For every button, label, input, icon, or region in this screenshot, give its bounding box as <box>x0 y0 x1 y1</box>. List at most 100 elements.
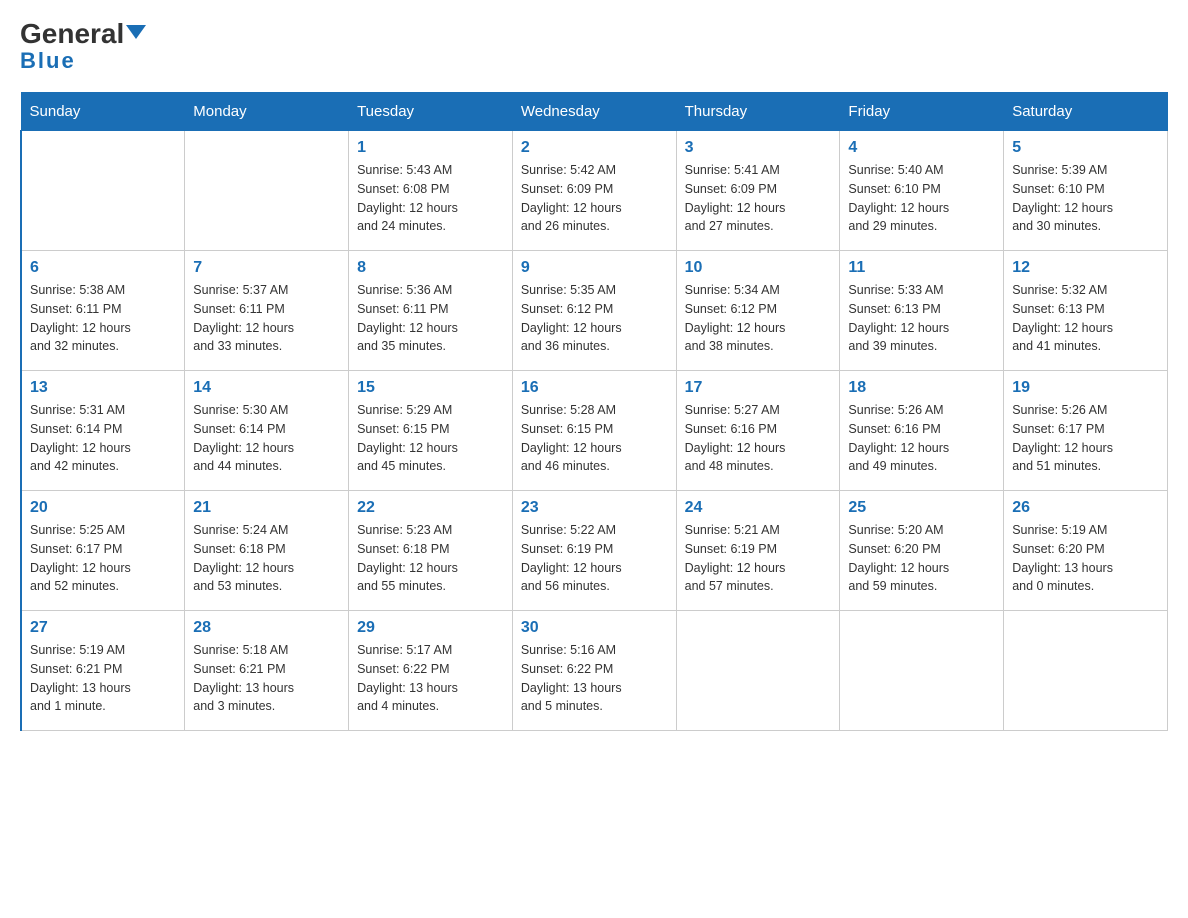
calendar-cell: 1 Sunrise: 5:43 AM Sunset: 6:08 PM Daylig… <box>349 131 513 251</box>
calendar-cell: 28Sunrise: 5:18 AM Sunset: 6:21 PM Dayli… <box>185 611 349 731</box>
calendar-cell: 3 Sunrise: 5:41 AM Sunset: 6:09 PM Daylig… <box>676 131 840 251</box>
day-info: Sunrise: 5:41 AM Sunset: 6:09 PM Dayligh… <box>685 161 832 236</box>
calendar-cell: 12 Sunrise: 5:32 AM Sunset: 6:13 PM Dayli… <box>1004 251 1168 371</box>
calendar-week-row: 6 Sunrise: 5:38 AM Sunset: 6:11 PM Daylig… <box>21 251 1168 371</box>
day-number: 27 <box>30 619 176 637</box>
calendar-cell: 16 Sunrise: 5:28 AM Sunset: 6:15 PM Dayli… <box>512 371 676 491</box>
calendar-cell: 17 Sunrise: 5:27 AM Sunset: 6:16 PM Dayli… <box>676 371 840 491</box>
calendar-cell: 18 Sunrise: 5:26 AM Sunset: 6:16 PM Dayli… <box>840 371 1004 491</box>
calendar-cell: 24 Sunrise: 5:21 AM Sunset: 6:19 PM Dayli… <box>676 491 840 611</box>
day-info: Sunrise: 5:29 AM Sunset: 6:15 PM Dayligh… <box>357 401 504 476</box>
calendar-cell <box>676 611 840 731</box>
calendar-cell: 23 Sunrise: 5:22 AM Sunset: 6:19 PM Dayli… <box>512 491 676 611</box>
calendar-cell: 21 Sunrise: 5:24 AM Sunset: 6:18 PM Dayli… <box>185 491 349 611</box>
day-number: 19 <box>1012 379 1159 397</box>
day-info: Sunrise: 5:22 AM Sunset: 6:19 PM Dayligh… <box>521 521 668 596</box>
weekday-header-thursday: Thursday <box>676 93 840 131</box>
calendar-cell: 26Sunrise: 5:19 AM Sunset: 6:20 PM Dayli… <box>1004 491 1168 611</box>
day-info: Sunrise: 5:28 AM Sunset: 6:15 PM Dayligh… <box>521 401 668 476</box>
calendar-week-row: 20 Sunrise: 5:25 AM Sunset: 6:17 PM Dayli… <box>21 491 1168 611</box>
logo-blue: Blue <box>20 48 76 74</box>
calendar-cell: 15 Sunrise: 5:29 AM Sunset: 6:15 PM Dayli… <box>349 371 513 491</box>
logo-triangle-icon <box>126 25 146 39</box>
calendar-cell: 27 Sunrise: 5:19 AM Sunset: 6:21 PM Dayli… <box>21 611 185 731</box>
day-number: 30 <box>521 619 668 637</box>
day-number: 8 <box>357 259 504 277</box>
day-info: Sunrise: 5:42 AM Sunset: 6:09 PM Dayligh… <box>521 161 668 236</box>
day-number: 9 <box>521 259 668 277</box>
weekday-header-friday: Friday <box>840 93 1004 131</box>
day-info: Sunrise: 5:31 AM Sunset: 6:14 PM Dayligh… <box>30 401 176 476</box>
day-info: Sunrise: 5:23 AM Sunset: 6:18 PM Dayligh… <box>357 521 504 596</box>
day-number: 17 <box>685 379 832 397</box>
day-info: Sunrise: 5:40 AM Sunset: 6:10 PM Dayligh… <box>848 161 995 236</box>
day-number: 4 <box>848 139 995 157</box>
day-number: 23 <box>521 499 668 517</box>
logo-general: General <box>20 20 146 48</box>
day-info: Sunrise: 5:35 AM Sunset: 6:12 PM Dayligh… <box>521 281 668 356</box>
day-info: Sunrise: 5:19 AM Sunset: 6:21 PM Dayligh… <box>30 641 176 716</box>
day-number: 6 <box>30 259 176 277</box>
calendar-cell: 13 Sunrise: 5:31 AM Sunset: 6:14 PM Dayli… <box>21 371 185 491</box>
calendar-cell <box>21 131 185 251</box>
day-number: 12 <box>1012 259 1159 277</box>
day-number: 3 <box>685 139 832 157</box>
day-info: Sunrise: 5:24 AM Sunset: 6:18 PM Dayligh… <box>193 521 340 596</box>
day-info: Sunrise: 5:39 AM Sunset: 6:10 PM Dayligh… <box>1012 161 1159 236</box>
day-info: Sunrise: 5:34 AM Sunset: 6:12 PM Dayligh… <box>685 281 832 356</box>
calendar-cell: 30Sunrise: 5:16 AM Sunset: 6:22 PM Dayli… <box>512 611 676 731</box>
calendar-week-row: 1 Sunrise: 5:43 AM Sunset: 6:08 PM Daylig… <box>21 131 1168 251</box>
day-info: Sunrise: 5:27 AM Sunset: 6:16 PM Dayligh… <box>685 401 832 476</box>
calendar-cell: 29 Sunrise: 5:17 AM Sunset: 6:22 PM Dayli… <box>349 611 513 731</box>
day-number: 29 <box>357 619 504 637</box>
day-info: Sunrise: 5:20 AM Sunset: 6:20 PM Dayligh… <box>848 521 995 596</box>
day-info: Sunrise: 5:38 AM Sunset: 6:11 PM Dayligh… <box>30 281 176 356</box>
calendar-cell: 8 Sunrise: 5:36 AM Sunset: 6:11 PM Daylig… <box>349 251 513 371</box>
calendar-cell <box>840 611 1004 731</box>
day-info: Sunrise: 5:17 AM Sunset: 6:22 PM Dayligh… <box>357 641 504 716</box>
day-number: 14 <box>193 379 340 397</box>
calendar-week-row: 27 Sunrise: 5:19 AM Sunset: 6:21 PM Dayli… <box>21 611 1168 731</box>
calendar-cell: 6 Sunrise: 5:38 AM Sunset: 6:11 PM Daylig… <box>21 251 185 371</box>
day-number: 15 <box>357 379 504 397</box>
calendar-cell <box>1004 611 1168 731</box>
day-number: 18 <box>848 379 995 397</box>
day-info: Sunrise: 5:43 AM Sunset: 6:08 PM Dayligh… <box>357 161 504 236</box>
day-info: Sunrise: 5:26 AM Sunset: 6:17 PM Dayligh… <box>1012 401 1159 476</box>
day-number: 24 <box>685 499 832 517</box>
day-info: Sunrise: 5:21 AM Sunset: 6:19 PM Dayligh… <box>685 521 832 596</box>
day-number: 13 <box>30 379 176 397</box>
day-info: Sunrise: 5:26 AM Sunset: 6:16 PM Dayligh… <box>848 401 995 476</box>
day-number: 1 <box>357 139 504 157</box>
calendar-cell: 7Sunrise: 5:37 AM Sunset: 6:11 PM Daylig… <box>185 251 349 371</box>
day-info: Sunrise: 5:33 AM Sunset: 6:13 PM Dayligh… <box>848 281 995 356</box>
day-info: Sunrise: 5:25 AM Sunset: 6:17 PM Dayligh… <box>30 521 176 596</box>
day-info: Sunrise: 5:30 AM Sunset: 6:14 PM Dayligh… <box>193 401 340 476</box>
calendar-cell: 2 Sunrise: 5:42 AM Sunset: 6:09 PM Daylig… <box>512 131 676 251</box>
weekday-header-wednesday: Wednesday <box>512 93 676 131</box>
day-number: 21 <box>193 499 340 517</box>
calendar-table: SundayMondayTuesdayWednesdayThursdayFrid… <box>20 92 1168 731</box>
weekday-header-sunday: Sunday <box>21 93 185 131</box>
day-number: 22 <box>357 499 504 517</box>
calendar-cell: 10Sunrise: 5:34 AM Sunset: 6:12 PM Dayli… <box>676 251 840 371</box>
weekday-header-tuesday: Tuesday <box>349 93 513 131</box>
logo: General Blue <box>20 20 146 74</box>
calendar-week-row: 13 Sunrise: 5:31 AM Sunset: 6:14 PM Dayli… <box>21 371 1168 491</box>
day-info: Sunrise: 5:36 AM Sunset: 6:11 PM Dayligh… <box>357 281 504 356</box>
calendar-cell: 9 Sunrise: 5:35 AM Sunset: 6:12 PM Daylig… <box>512 251 676 371</box>
weekday-header-saturday: Saturday <box>1004 93 1168 131</box>
calendar-cell: 14 Sunrise: 5:30 AM Sunset: 6:14 PM Dayli… <box>185 371 349 491</box>
calendar-cell: 20 Sunrise: 5:25 AM Sunset: 6:17 PM Dayli… <box>21 491 185 611</box>
day-number: 28 <box>193 619 340 637</box>
day-info: Sunrise: 5:32 AM Sunset: 6:13 PM Dayligh… <box>1012 281 1159 356</box>
day-number: 2 <box>521 139 668 157</box>
calendar-cell <box>185 131 349 251</box>
day-number: 25 <box>848 499 995 517</box>
calendar-cell: 22 Sunrise: 5:23 AM Sunset: 6:18 PM Dayli… <box>349 491 513 611</box>
calendar-cell: 4 Sunrise: 5:40 AM Sunset: 6:10 PM Daylig… <box>840 131 1004 251</box>
day-number: 20 <box>30 499 176 517</box>
calendar-cell: 25 Sunrise: 5:20 AM Sunset: 6:20 PM Dayli… <box>840 491 1004 611</box>
day-number: 16 <box>521 379 668 397</box>
day-number: 7 <box>193 259 340 277</box>
